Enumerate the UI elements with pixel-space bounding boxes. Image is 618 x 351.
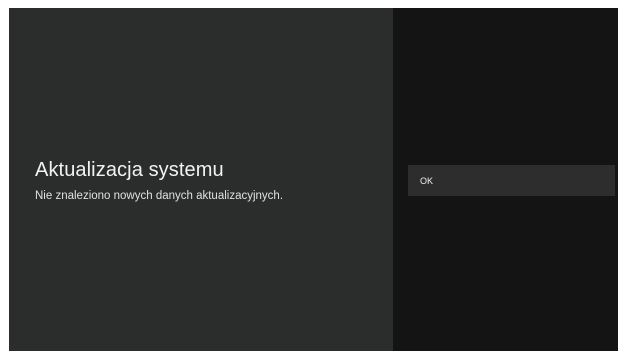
dialog-title: Aktualizacja systemu xyxy=(35,159,224,181)
dialog-actions-panel: OK xyxy=(393,8,618,351)
dialog-info-panel: Aktualizacja systemu Nie znaleziono nowy… xyxy=(9,8,393,351)
ok-button[interactable]: OK xyxy=(408,165,615,196)
update-dialog-screen: Aktualizacja systemu Nie znaleziono nowy… xyxy=(9,8,618,351)
dialog-message: Nie znaleziono nowych danych aktualizacy… xyxy=(35,190,284,202)
